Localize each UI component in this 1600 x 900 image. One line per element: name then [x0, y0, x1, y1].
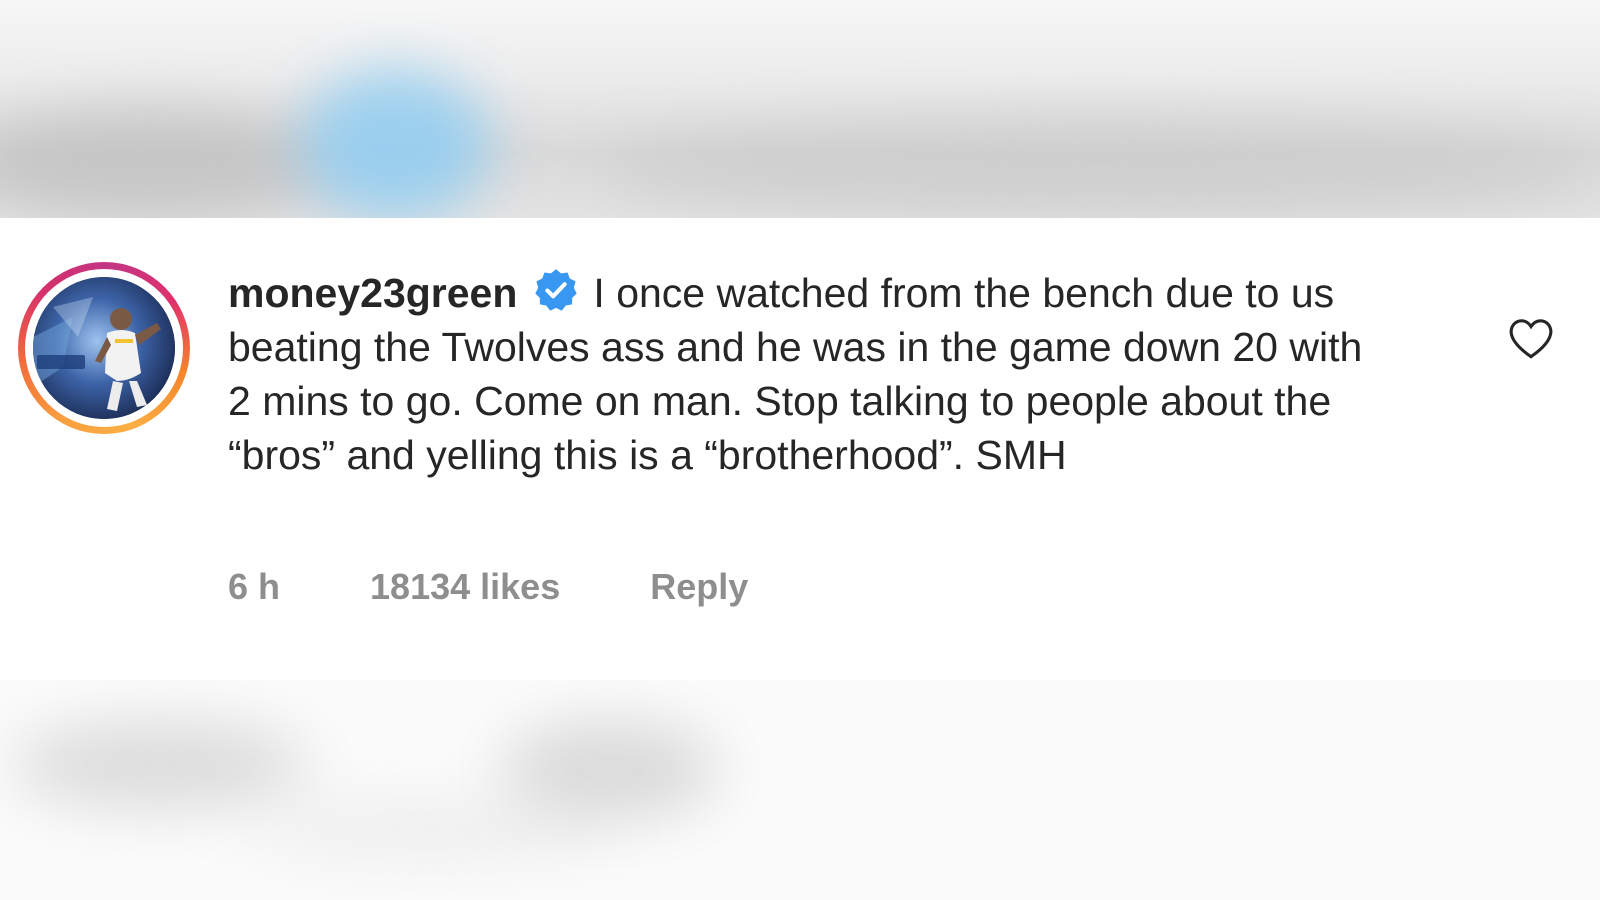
- avatar[interactable]: [18, 262, 190, 434]
- blurred-next-content: [0, 680, 1600, 900]
- comment-text-block: money23green I once watched from the benc…: [228, 266, 1378, 482]
- comment-meta: 6 h 18134 likes Reply: [228, 566, 748, 608]
- comment-likes-count[interactable]: 18134 likes: [370, 566, 560, 608]
- blurred-previous-content: [0, 0, 1600, 218]
- comment-body: money23green I once watched from the benc…: [228, 266, 1378, 482]
- heart-icon[interactable]: [1506, 314, 1556, 364]
- comment-username[interactable]: money23green: [228, 270, 517, 316]
- reply-button[interactable]: Reply: [650, 566, 748, 608]
- comment-timestamp: 6 h: [228, 566, 281, 607]
- avatar-image: [33, 277, 175, 419]
- screenshot-frame: money23green I once watched from the benc…: [0, 0, 1600, 900]
- comment-item: money23green I once watched from the benc…: [0, 218, 1600, 680]
- verified-badge-icon: [533, 267, 579, 313]
